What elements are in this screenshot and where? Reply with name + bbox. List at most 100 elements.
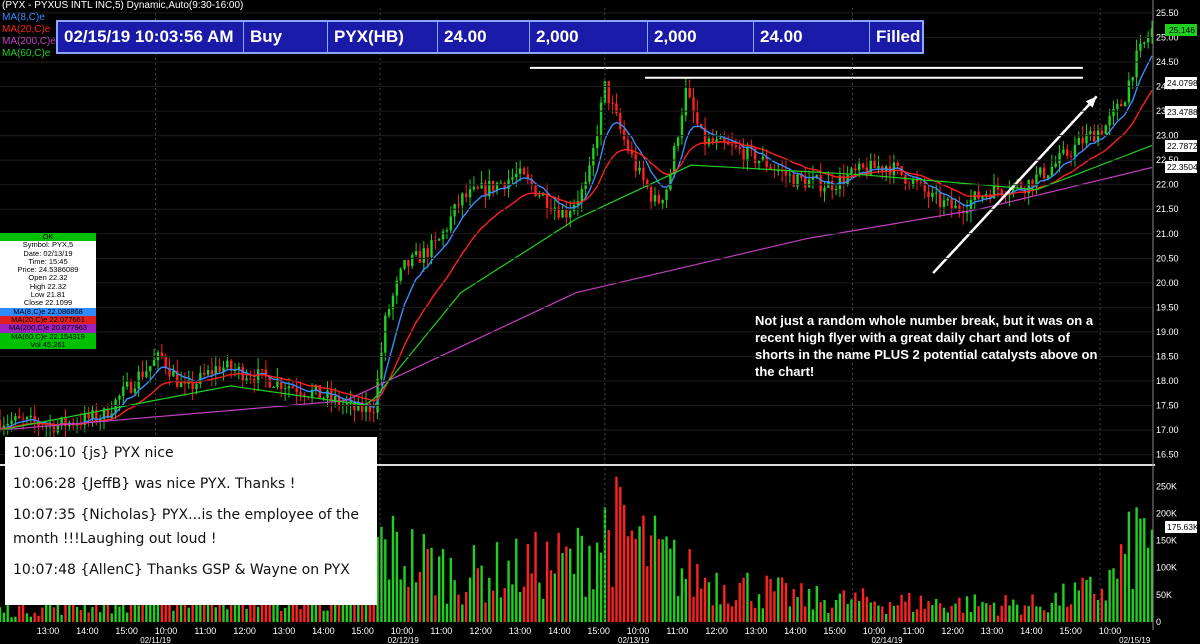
candle-body (141, 371, 144, 377)
candle-body (538, 195, 541, 197)
candle-body (1104, 125, 1107, 135)
volume-bar (426, 548, 429, 622)
volume-tick-label: 100K (1156, 563, 1177, 573)
candle-body (87, 413, 90, 419)
volume-bar (326, 610, 329, 622)
order-symbol: PYX(HB) (328, 22, 438, 52)
volume-bar (79, 609, 83, 622)
volume-bar (915, 609, 919, 622)
order-filled-qty: 2,000 (648, 22, 754, 52)
volume-bar (696, 563, 699, 622)
candle-body (919, 181, 923, 183)
time-tick-label: 11:00 (430, 626, 452, 636)
volume-bar (927, 601, 930, 622)
volume-bar (318, 604, 321, 622)
volume-bar (218, 604, 221, 622)
volume-bar (484, 602, 487, 622)
volume-bar (777, 577, 780, 622)
volume-bar (657, 539, 661, 622)
volume-bar (973, 594, 976, 622)
volume-bar (950, 605, 953, 622)
volume-bar (923, 608, 926, 622)
volume-bar (792, 589, 795, 622)
candle-body (468, 189, 472, 198)
volume-bar (33, 612, 36, 622)
volume-bar (661, 539, 664, 622)
time-tick-label: 15:00 (823, 626, 846, 636)
candle-body (896, 162, 899, 167)
candle-body (692, 97, 695, 113)
candle-body (1031, 179, 1034, 188)
volume-bar (195, 603, 198, 622)
volume-bar (738, 582, 741, 622)
volume-bar (938, 603, 942, 622)
volume-bar (669, 548, 672, 622)
volume-bar (588, 545, 591, 622)
candle-body (1069, 155, 1073, 157)
time-tick-label: 12:00 (233, 626, 256, 636)
volume-bar (530, 573, 533, 622)
chat-message: 10:06:10 {js} PYX nice (13, 445, 174, 461)
candle-body (438, 239, 441, 241)
candle-body (295, 388, 298, 393)
volume-bar (1077, 590, 1080, 622)
candle-body (245, 378, 248, 381)
candle-body (464, 193, 468, 198)
time-tick-label: 10:00 (863, 626, 886, 636)
volume-bar (1100, 588, 1104, 622)
volume-bar (399, 579, 402, 622)
volume-bar (283, 607, 287, 622)
volume-bar (438, 556, 441, 622)
candle-body (904, 174, 907, 184)
volume-bar (48, 603, 52, 622)
candle-body (345, 403, 348, 405)
candle-body (491, 180, 495, 191)
volume-bar (137, 605, 140, 622)
volume-tick-label: 150K (1156, 536, 1177, 546)
candle-body (846, 174, 849, 185)
candle-body (615, 103, 618, 114)
candle-body (1127, 80, 1131, 103)
candle-body (14, 416, 17, 421)
candle-body (769, 167, 772, 170)
volume-bar (449, 557, 452, 622)
time-tick-label: 13:00 (37, 626, 60, 636)
volume-bar (646, 566, 649, 622)
volume-bar (904, 601, 907, 622)
candle-body (445, 230, 449, 232)
candle-body (707, 138, 711, 145)
volume-bar (118, 606, 121, 622)
volume-tick-label: 0 (1156, 617, 1161, 627)
volume-bar (884, 613, 888, 622)
volume-bar (172, 610, 175, 622)
volume-bar (491, 590, 495, 622)
candle-body (522, 168, 526, 175)
volume-bar (75, 606, 79, 622)
price-tick-label: 20.00 (1156, 278, 1179, 288)
candle-body (599, 102, 603, 136)
volume-bar (441, 548, 445, 622)
volume-bar (642, 515, 645, 622)
candle-body (923, 182, 926, 192)
candle-body (642, 167, 645, 181)
price-tick-label: 18.50 (1156, 351, 1179, 361)
candle-body (746, 146, 749, 162)
volume-bar (861, 588, 865, 622)
candle-body (172, 370, 175, 377)
candle-body (206, 370, 210, 375)
time-tick-label: 15:00 (115, 626, 138, 636)
data-window: OK Symbol: PYX,5 Date: 02/13/19 Time: 15:4… (0, 232, 96, 350)
volume-bar (87, 612, 90, 622)
volume-tick-label: 250K (1156, 481, 1177, 491)
volume-bar (773, 591, 776, 622)
volume-bar (750, 601, 753, 622)
volume-bar (680, 568, 684, 622)
volume-bar (784, 582, 788, 622)
volume-bar (634, 538, 637, 622)
candle-body (272, 386, 275, 388)
volume-bar (1004, 595, 1007, 622)
volume-bar (1069, 604, 1073, 622)
price-tag: 22.350424 (1165, 161, 1200, 174)
volume-bar (91, 606, 94, 622)
volume-bar (464, 592, 468, 622)
